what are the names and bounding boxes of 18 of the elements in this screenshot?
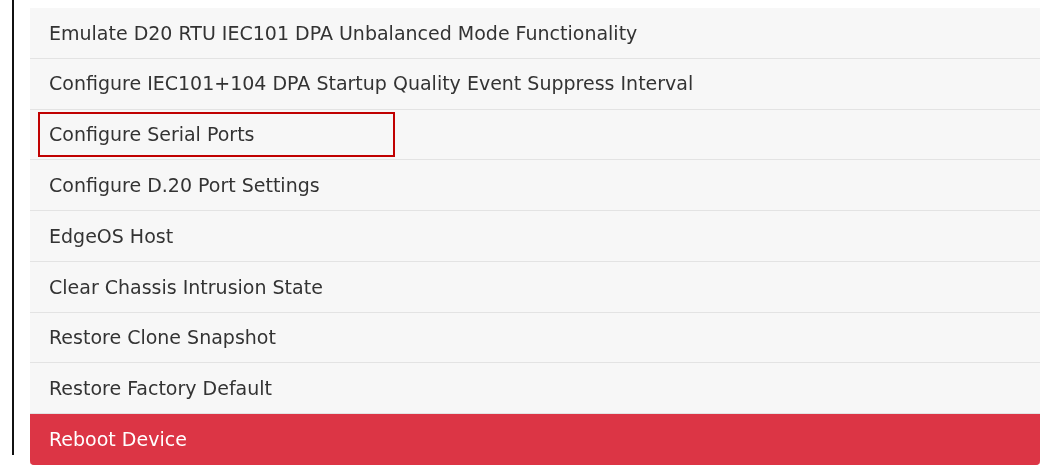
list-item[interactable]: EdgeOS Host — [30, 211, 1040, 262]
list-item[interactable]: Configure D.20 Port Settings — [30, 160, 1040, 212]
item-label: Configure IEC101+104 DPA Startup Quality Event Suppress Interval — [48, 71, 695, 97]
list-item[interactable]: Configure IEC101+104 DPA Startup Quality Event Suppress Interval — [30, 58, 1040, 110]
item-label: Clear Chassis Intrusion State — [48, 274, 324, 300]
list-item[interactable]: Restore Factory Default — [30, 363, 1040, 415]
list-item[interactable]: Configure Serial Ports — [30, 109, 1040, 161]
item-label: Restore Clone Snapshot — [48, 325, 277, 351]
item-label: Reboot Device — [48, 426, 188, 452]
item-label: Configure Serial Ports — [38, 112, 395, 157]
list-item[interactable]: Clear Chassis Intrusion State — [30, 261, 1040, 313]
list-item[interactable]: Reboot Device — [30, 414, 1040, 465]
item-label: Emulate D20 RTU IEC101 DPA Unbalanced Mode Functionality — [48, 20, 639, 46]
list-item[interactable]: Emulate D20 RTU IEC101 DPA Unbalanced Mode Functionality — [30, 8, 1040, 59]
item-label: Configure D.20 Port Settings — [48, 173, 321, 198]
list-item[interactable]: Restore Clone Snapshot — [30, 312, 1040, 364]
item-label: EdgeOS Host — [48, 223, 175, 249]
item-label: Restore Factory Default — [48, 376, 273, 402]
